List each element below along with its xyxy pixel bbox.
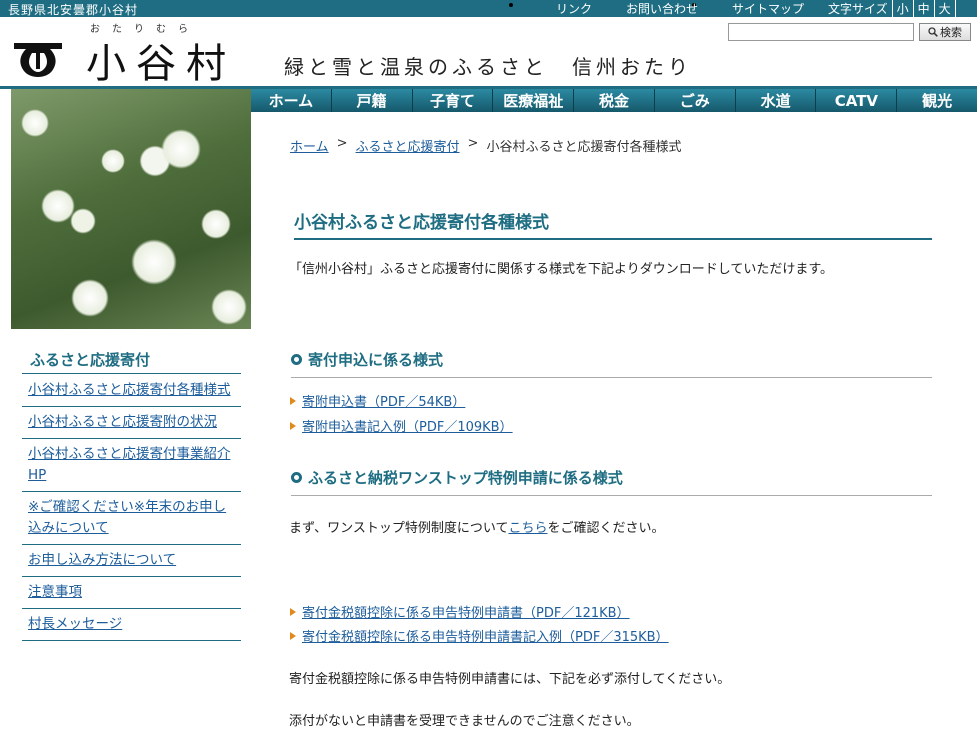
- global-nav: ホーム 戸籍 子育て 医療福祉 税金 ごみ 水道 CATV 観光: [251, 89, 977, 112]
- side-nav-link[interactable]: 注意事項: [28, 584, 82, 600]
- dot-icon: [509, 3, 513, 7]
- gnav-tax[interactable]: 税金: [574, 89, 655, 112]
- font-size-small[interactable]: 小: [891, 0, 913, 17]
- triangle-bullet-icon: [290, 396, 296, 405]
- side-nav-item[interactable]: 注意事項: [22, 577, 241, 609]
- note-text: をご確認ください。: [547, 521, 665, 536]
- village-emblem-icon[interactable]: [12, 37, 64, 81]
- triangle-bullet-icon: [290, 631, 296, 640]
- font-size-medium[interactable]: 中: [912, 0, 934, 17]
- ring-bullet-icon: [291, 472, 302, 483]
- link-contact[interactable]: お問い合わせ: [626, 0, 732, 17]
- side-nav-item[interactable]: 小谷村ふるさと応援寄附の状況: [22, 407, 241, 439]
- prefecture-label: 長野県北安曇郡小谷村: [8, 3, 139, 17]
- gnav-water[interactable]: 水道: [735, 89, 817, 112]
- download-item: 寄附申込書（PDF／54KB）: [290, 391, 465, 410]
- utility-nav: リンク お問い合わせ サイトマップ 文字サイズ 小 中 大: [556, 0, 956, 17]
- gnav-medical-welfare[interactable]: 医療福祉: [493, 89, 575, 112]
- font-size-large[interactable]: 大: [933, 0, 956, 17]
- side-nav-item[interactable]: 村長メッセージ: [22, 609, 241, 641]
- gnav-family-register[interactable]: 戸籍: [331, 89, 413, 112]
- download-link-tax-form-example[interactable]: 寄付金税額控除に係る申告特例申請書記入例（PDF／315KB）: [302, 626, 669, 645]
- ring-bullet-icon: [291, 354, 302, 365]
- side-nav-link[interactable]: 小谷村ふるさと応援寄附の状況: [28, 414, 217, 430]
- download-link-application[interactable]: 寄附申込書（PDF／54KB）: [302, 391, 465, 410]
- attachment-notice: 寄付金税額控除に係る申告特例申請書には、下記を必ず添付してください。: [289, 672, 731, 687]
- section-heading-donation: 寄付申込に係る様式: [291, 349, 932, 378]
- top-utility-bar: 長野県北安曇郡小谷村 リンク お問い合わせ サイトマップ 文字サイズ 小 中 大: [0, 0, 977, 17]
- onestop-note: まず、ワンストップ特例制度についてこちらをご確認ください。: [289, 517, 664, 536]
- search-button[interactable]: 検索: [919, 23, 971, 41]
- font-size-switcher: 小 中 大: [891, 0, 956, 17]
- side-nav-item[interactable]: 小谷村ふるさと応援寄付事業紹介HP: [22, 439, 241, 492]
- page: 長野県北安曇郡小谷村 リンク お問い合わせ サイトマップ 文字サイズ 小 中 大…: [0, 0, 977, 741]
- side-nav-link[interactable]: ※ご確認ください※年末のお申し込みについて: [28, 499, 226, 536]
- download-item: 寄附申込書記入例（PDF／109KB）: [290, 416, 513, 435]
- side-nav-title[interactable]: ふるさと応援寄付: [22, 345, 241, 374]
- download-item: 寄付金税額控除に係る申告特例申請書（PDF／121KB）: [290, 602, 630, 621]
- download-link-application-example[interactable]: 寄附申込書記入例（PDF／109KB）: [302, 416, 513, 435]
- breadcrumb: ホーム > ふるさと応援寄付 > 小谷村ふるさと応援寄付各種様式: [290, 136, 681, 155]
- side-nav-item[interactable]: ※ご確認ください※年末のお申し込みについて: [22, 492, 241, 545]
- side-nav-item[interactable]: 小谷村ふるさと応援寄付各種様式: [22, 375, 241, 407]
- font-size-label: 文字サイズ: [828, 2, 888, 16]
- left-column: ふるさと応援寄付 小谷村ふるさと応援寄付各種様式 小谷村ふるさと応援寄附の状況 …: [0, 89, 251, 741]
- breadcrumb-separator: >: [336, 136, 348, 151]
- breadcrumb-home[interactable]: ホーム: [290, 136, 329, 155]
- note-text: まず、ワンストップ特例制度について: [289, 521, 509, 536]
- main-content: ホーム > ふるさと応援寄付 > 小谷村ふるさと応援寄付各種様式 小谷村ふるさと…: [251, 112, 977, 741]
- breadcrumb-parent[interactable]: ふるさと応援寄付: [356, 136, 460, 155]
- gnav-childcare[interactable]: 子育て: [412, 89, 494, 112]
- attachment-warning: 添付がないと申請書を受理できませんのでご注意ください。: [289, 714, 640, 729]
- download-item: 寄付金税額控除に係る申告特例申請書記入例（PDF／315KB）: [290, 626, 669, 645]
- breadcrumb-current: 小谷村ふるさと応援寄付各種様式: [486, 140, 682, 155]
- site-tagline: 緑と雪と温泉のふるさと 信州おたり: [284, 55, 692, 79]
- search-icon: [928, 27, 938, 37]
- download-link-tax-form[interactable]: 寄付金税額控除に係る申告特例申請書（PDF／121KB）: [302, 602, 630, 621]
- section-heading-text: ふるさと納税ワンストップ特例申請に係る様式: [308, 469, 623, 487]
- search-input[interactable]: [728, 23, 914, 41]
- section-heading-text: 寄付申込に係る様式: [308, 351, 444, 369]
- gnav-garbage[interactable]: ごみ: [654, 89, 736, 112]
- site-name[interactable]: 小谷村: [86, 31, 236, 89]
- side-nav-link[interactable]: 村長メッセージ: [28, 616, 122, 632]
- link-sitemap[interactable]: サイトマップ: [732, 0, 828, 17]
- gnav-catv[interactable]: CATV: [816, 89, 898, 112]
- side-nav-link[interactable]: お申し込み方法について: [28, 552, 176, 568]
- breadcrumb-separator: >: [467, 136, 479, 151]
- side-nav-item[interactable]: お申し込み方法について: [22, 545, 241, 577]
- buckwheat-flower-photo: [11, 89, 251, 329]
- site-header: おたりむら 小谷村 緑と雪と温泉のふるさと 信州おたり 検索: [0, 17, 977, 88]
- intro-text: 「信州小谷村」ふるさと応援寄付に関係する様式を下記よりダウンロードしていただけま…: [289, 262, 834, 277]
- triangle-bullet-icon: [290, 421, 296, 430]
- gnav-tourism[interactable]: 観光: [897, 89, 977, 112]
- link-links[interactable]: リンク: [556, 0, 626, 17]
- side-nav: 小谷村ふるさと応援寄付各種様式 小谷村ふるさと応援寄附の状況 小谷村ふるさと応援…: [22, 375, 241, 641]
- onestop-info-link[interactable]: こちら: [508, 521, 547, 536]
- side-nav-link[interactable]: 小谷村ふるさと応援寄付事業紹介HP: [28, 446, 231, 483]
- triangle-bullet-icon: [290, 607, 296, 616]
- page-title: 小谷村ふるさと応援寄付各種様式: [294, 208, 932, 240]
- search-button-label: 検索: [940, 26, 962, 39]
- gnav-home[interactable]: ホーム: [251, 89, 332, 112]
- section-heading-onestop: ふるさと納税ワンストップ特例申請に係る様式: [291, 467, 932, 496]
- side-nav-link[interactable]: 小谷村ふるさと応援寄付各種様式: [28, 382, 231, 398]
